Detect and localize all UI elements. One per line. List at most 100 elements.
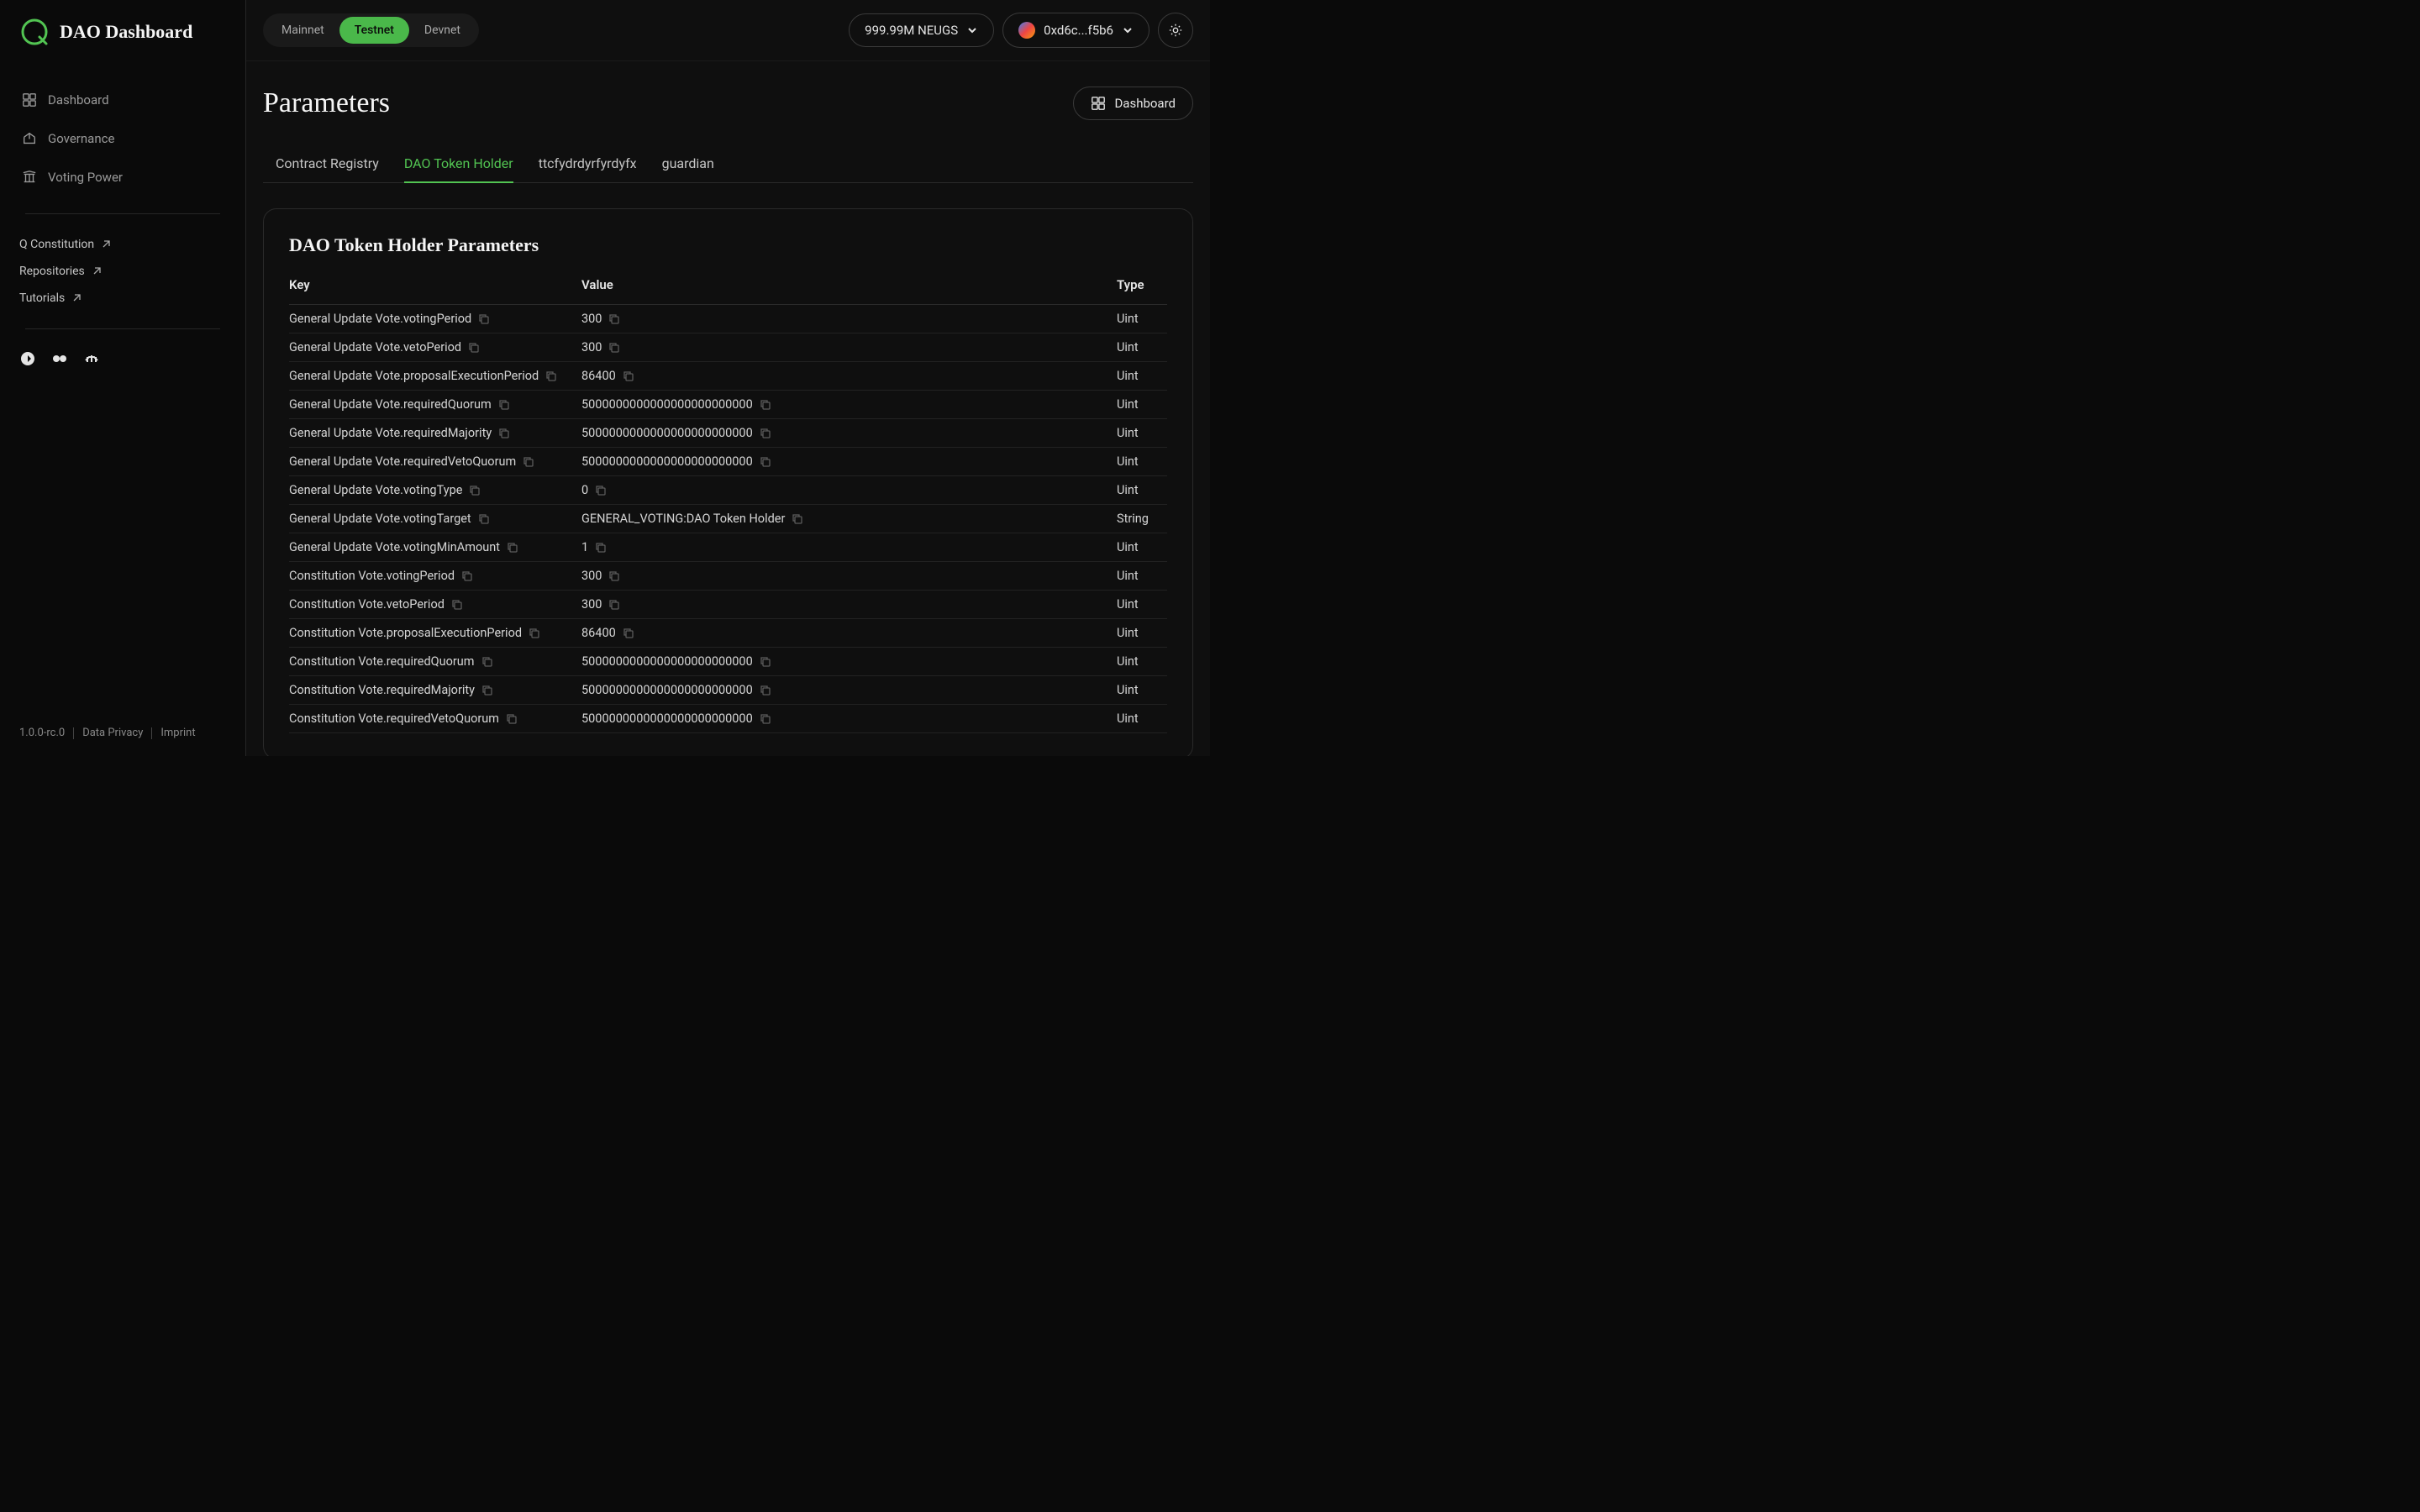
content: Parameters Dashboard Contract Registry DA… bbox=[246, 61, 1210, 756]
social-icon-3[interactable] bbox=[83, 350, 100, 367]
social-icon-1[interactable] bbox=[19, 350, 36, 367]
copy-icon[interactable] bbox=[478, 313, 490, 325]
dashboard-btn-label: Dashboard bbox=[1114, 96, 1176, 111]
nav-label: Dashboard bbox=[48, 92, 109, 108]
cell-value: 1 bbox=[581, 540, 1117, 554]
copy-icon[interactable] bbox=[469, 485, 481, 496]
network-tab-testnet[interactable]: Testnet bbox=[339, 17, 409, 44]
copy-icon[interactable] bbox=[760, 399, 771, 411]
nav-label: Governance bbox=[48, 131, 114, 146]
footer-divider bbox=[151, 727, 152, 739]
cell-key: Constitution Vote.votingPeriod bbox=[289, 569, 581, 583]
copy-icon[interactable] bbox=[507, 542, 518, 554]
tab-ttcfydrdyrfyrdyfx[interactable]: ttcfydrdyrfyrdyfx bbox=[539, 145, 637, 183]
cell-value: GENERAL_VOTING:DAO Token Holder bbox=[581, 512, 1117, 526]
nav-secondary: Q Constitution Repositories Tutorials bbox=[0, 231, 245, 312]
gear-icon bbox=[1168, 23, 1183, 38]
wallet-address: 0xd6c...f5b6 bbox=[1044, 23, 1113, 38]
copy-icon[interactable] bbox=[792, 513, 803, 525]
cell-key: Constitution Vote.proposalExecutionPerio… bbox=[289, 626, 581, 640]
copy-icon[interactable] bbox=[498, 428, 510, 439]
tab-dao-token-holder[interactable]: DAO Token Holder bbox=[404, 145, 513, 183]
copy-icon[interactable] bbox=[523, 456, 534, 468]
tab-guardian[interactable]: guardian bbox=[662, 145, 714, 183]
cell-type: Uint bbox=[1117, 426, 1167, 440]
link-data-privacy[interactable]: Data Privacy bbox=[82, 727, 143, 739]
link-label: Q Constitution bbox=[19, 238, 94, 251]
copy-icon[interactable] bbox=[623, 370, 634, 382]
cell-type: Uint bbox=[1117, 654, 1167, 669]
dashboard-button[interactable]: Dashboard bbox=[1073, 87, 1193, 120]
cell-type: Uint bbox=[1117, 483, 1167, 497]
cell-type: Uint bbox=[1117, 597, 1167, 612]
copy-icon[interactable] bbox=[529, 627, 540, 639]
copy-icon[interactable] bbox=[595, 485, 607, 496]
table-row: General Update Vote.vetoPeriod300Uint bbox=[289, 333, 1167, 362]
divider bbox=[25, 213, 220, 214]
settings-button[interactable] bbox=[1158, 13, 1193, 48]
logo-area[interactable]: DAO Dashboard bbox=[0, 17, 245, 47]
table-row: Constitution Vote.votingPeriod300Uint bbox=[289, 562, 1167, 591]
copy-icon[interactable] bbox=[506, 713, 518, 725]
table-row: Constitution Vote.requiredVetoQuorum5000… bbox=[289, 705, 1167, 733]
cell-key: General Update Vote.votingType bbox=[289, 483, 581, 497]
cell-value: 86400 bbox=[581, 369, 1117, 383]
cell-key: General Update Vote.votingMinAmount bbox=[289, 540, 581, 554]
copy-icon[interactable] bbox=[545, 370, 557, 382]
cell-type: Uint bbox=[1117, 711, 1167, 726]
copy-icon[interactable] bbox=[760, 456, 771, 468]
external-link-icon bbox=[92, 266, 102, 276]
page-header: Parameters Dashboard bbox=[263, 87, 1193, 120]
copy-icon[interactable] bbox=[760, 713, 771, 725]
copy-icon[interactable] bbox=[608, 342, 620, 354]
copy-icon[interactable] bbox=[478, 513, 490, 525]
link-imprint[interactable]: Imprint bbox=[160, 727, 195, 739]
cell-type: Uint bbox=[1117, 454, 1167, 469]
network-tab-mainnet[interactable]: Mainnet bbox=[266, 17, 339, 44]
cell-value: 300 bbox=[581, 569, 1117, 583]
sidebar-item-dashboard[interactable]: Dashboard bbox=[13, 81, 233, 119]
copy-icon[interactable] bbox=[608, 599, 620, 611]
copy-icon[interactable] bbox=[498, 399, 510, 411]
sidebar-item-voting-power[interactable]: Voting Power bbox=[13, 158, 233, 197]
link-tutorials[interactable]: Tutorials bbox=[19, 285, 226, 312]
balance-pill[interactable]: 999.99M NEUGS bbox=[849, 13, 994, 47]
cell-key: General Update Vote.vetoPeriod bbox=[289, 340, 581, 354]
dashboard-icon bbox=[21, 92, 38, 108]
tab-contract-registry[interactable]: Contract Registry bbox=[276, 145, 379, 183]
logo-icon bbox=[19, 17, 50, 47]
copy-icon[interactable] bbox=[760, 428, 771, 439]
copy-icon[interactable] bbox=[623, 627, 634, 639]
cell-value: 300 bbox=[581, 597, 1117, 612]
cell-key: Constitution Vote.requiredVetoQuorum bbox=[289, 711, 581, 726]
cell-type: Uint bbox=[1117, 626, 1167, 640]
table-row: Constitution Vote.requiredQuorum50000000… bbox=[289, 648, 1167, 676]
copy-icon[interactable] bbox=[451, 599, 463, 611]
cell-type: Uint bbox=[1117, 369, 1167, 383]
cell-key: General Update Vote.requiredMajority bbox=[289, 426, 581, 440]
social-icon-2[interactable] bbox=[51, 350, 68, 367]
topbar-right: 999.99M NEUGS 0xd6c...f5b6 bbox=[849, 13, 1193, 48]
copy-icon[interactable] bbox=[468, 342, 480, 354]
main: MainnetTestnetDevnet 999.99M NEUGS 0xd6c… bbox=[246, 0, 1210, 756]
copy-icon[interactable] bbox=[481, 685, 493, 696]
copy-icon[interactable] bbox=[481, 656, 493, 668]
voting-power-icon bbox=[21, 169, 38, 186]
sidebar-footer: 1.0.0-rc.0 Data Privacy Imprint bbox=[0, 727, 245, 739]
copy-icon[interactable] bbox=[595, 542, 607, 554]
network-tab-devnet[interactable]: Devnet bbox=[409, 17, 476, 44]
panel: DAO Token Holder Parameters Key Value Ty… bbox=[263, 208, 1193, 756]
link-q-constitution[interactable]: Q Constitution bbox=[19, 231, 226, 258]
copy-icon[interactable] bbox=[608, 313, 620, 325]
cell-key: Constitution Vote.vetoPeriod bbox=[289, 597, 581, 612]
sidebar-item-governance[interactable]: Governance bbox=[13, 119, 233, 158]
tabs: Contract Registry DAO Token Holder ttcfydr… bbox=[263, 145, 1193, 183]
wallet-pill[interactable]: 0xd6c...f5b6 bbox=[1002, 13, 1150, 48]
link-repositories[interactable]: Repositories bbox=[19, 258, 226, 285]
copy-icon[interactable] bbox=[760, 656, 771, 668]
copy-icon[interactable] bbox=[608, 570, 620, 582]
copy-icon[interactable] bbox=[760, 685, 771, 696]
copy-icon[interactable] bbox=[461, 570, 473, 582]
table-row: General Update Vote.votingTargetGENERAL_… bbox=[289, 505, 1167, 533]
cell-key: Constitution Vote.requiredQuorum bbox=[289, 654, 581, 669]
